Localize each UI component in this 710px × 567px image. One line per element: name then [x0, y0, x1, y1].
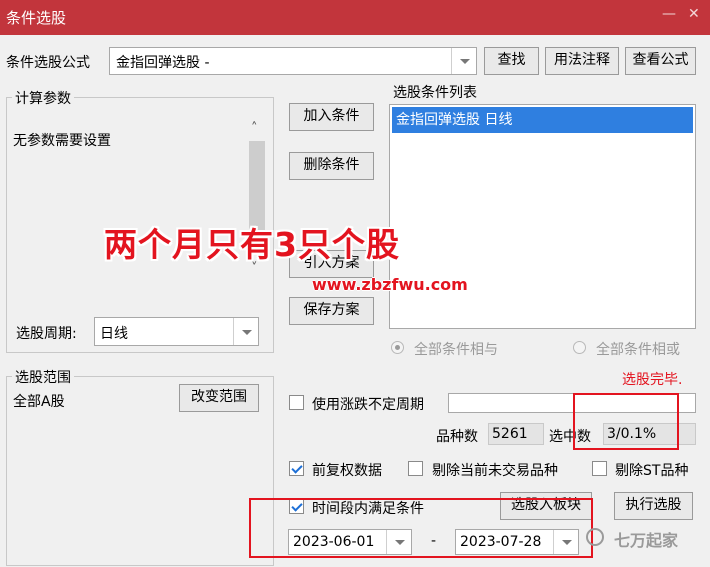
usage-button[interactable]: 用法注释 [545, 47, 619, 75]
or-radio[interactable] [573, 341, 586, 354]
window-title: 条件选股 [6, 9, 67, 27]
wechat-icon [586, 528, 604, 546]
close-icon[interactable]: ✕ [688, 6, 700, 22]
count-field: 5261 [488, 423, 544, 445]
execute-button[interactable]: 执行选股 [614, 492, 693, 520]
delete-condition-button[interactable]: 删除条件 [289, 152, 374, 180]
scroll-up-icon[interactable]: ˄ [251, 121, 258, 136]
period-label: 选股周期: [16, 326, 77, 342]
highlight-box-dates [249, 498, 593, 558]
find-button[interactable]: 查找 [484, 47, 539, 75]
change-range-button[interactable]: 改变范围 [179, 384, 259, 412]
params-text: 无参数需要设置 [13, 133, 111, 149]
formula-value: 金指回弹选股 - [116, 55, 210, 71]
range-value: 全部A股 [13, 394, 65, 410]
and-label: 全部条件相与 [414, 342, 498, 358]
range-legend: 选股范围 [12, 367, 74, 387]
conditions-list[interactable]: 金指回弹选股 日线 [389, 104, 696, 329]
status-text: 选股完毕. [622, 372, 683, 388]
brand-watermark: 七万起家 [614, 531, 679, 550]
or-label: 全部条件相或 [596, 342, 680, 358]
exclude-st-label: 剔除ST品种 [615, 463, 689, 479]
minimize-icon[interactable]: — [662, 6, 676, 22]
conditions-legend: 选股条件列表 [393, 85, 477, 101]
exclude-untraded-label: 剔除当前未交易品种 [432, 463, 558, 479]
condition-item[interactable]: 金指回弹选股 日线 [392, 107, 693, 133]
and-radio[interactable] [391, 341, 404, 354]
chevron-down-icon[interactable] [233, 318, 258, 345]
highlight-box [573, 393, 679, 450]
formula-label: 条件选股公式 [6, 55, 90, 71]
add-condition-button[interactable]: 加入条件 [289, 103, 374, 131]
fq-label: 前复权数据 [312, 463, 382, 479]
fq-checkbox[interactable] [289, 461, 304, 476]
exclude-untraded-checkbox[interactable] [408, 461, 423, 476]
indefinite-checkbox[interactable] [289, 395, 304, 410]
period-select[interactable]: 日线 [94, 317, 259, 346]
save-scheme-button[interactable]: 保存方案 [289, 297, 374, 325]
count-label: 品种数 [436, 429, 478, 445]
period-value: 日线 [100, 326, 128, 342]
watermark-url: www.zbzfwu.com [312, 275, 468, 294]
exclude-st-checkbox[interactable] [592, 461, 607, 476]
title-bar: 条件选股 — ✕ [0, 0, 710, 35]
chevron-down-icon[interactable] [451, 48, 476, 74]
formula-select[interactable]: 金指回弹选股 - [109, 47, 477, 75]
indefinite-label: 使用涨跌不定周期 [312, 397, 424, 413]
overlay-caption: 两个月只有3只个股 [104, 225, 400, 264]
params-legend: 计算参数 [12, 88, 74, 108]
count-value: 5261 [492, 426, 528, 442]
view-formula-button[interactable]: 查看公式 [625, 47, 696, 75]
